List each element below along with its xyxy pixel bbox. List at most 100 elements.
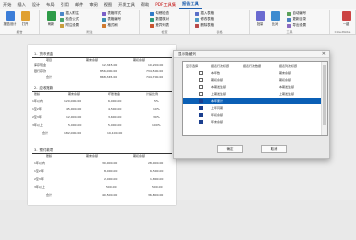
cancel-button[interactable]: 取消 — [261, 145, 287, 153]
table-header-cell: 期末余额 — [86, 58, 99, 62]
button-label: 勾稽检查 — [155, 11, 170, 15]
list-cell: 期初余额 — [279, 78, 292, 82]
batch-button[interactable]: 批量 — [253, 10, 267, 32]
tab-pdf[interactable]: PDF工具集 — [152, 0, 179, 9]
tab-design[interactable]: 设计 — [29, 0, 43, 9]
scrollbar-thumb[interactable] — [323, 65, 326, 125]
check-formula-button[interactable]: 检查公式 — [60, 17, 79, 23]
list-item[interactable]: 期初余额 期初余额 — [183, 77, 321, 83]
auto-number-button[interactable]: 自动编号 — [287, 11, 306, 17]
row-checkbox[interactable] — [199, 120, 203, 124]
table-header-cell: 期末余额 — [86, 154, 99, 158]
format-painter-icon — [102, 23, 106, 28]
refresh-icon — [46, 11, 56, 21]
tab-layout[interactable]: 布局 — [43, 0, 57, 9]
tab-review[interactable]: 审阅 — [86, 0, 100, 9]
row-checkbox[interactable] — [199, 106, 203, 110]
data-verify-button[interactable]: 数据核对 — [150, 17, 169, 23]
row-checkbox[interactable] — [199, 85, 203, 89]
ribbon-tab-bar: 开始 插入 设计 布局 引用 邮件 审阅 视图 开发工具 帮助 PDF工具集 报告工具 — [0, 0, 356, 9]
update-toc-button[interactable]: 更新目录 — [287, 17, 306, 23]
list-cell: 本年数 — [211, 71, 221, 75]
button-label: 数据核对 — [155, 17, 170, 21]
show-hidden-columns-dialog: 显示隐藏列 ✕ 显示选择 报表行次标题 报表行次数据 报表列次标题 本年数 期末余额 期初余… — [173, 50, 330, 159]
table-cell: 银行存款 — [34, 69, 47, 73]
row-checkbox[interactable] — [199, 113, 203, 117]
button-label: 插入表格 — [200, 11, 215, 15]
list-item[interactable]: 年初余额 — [183, 112, 321, 118]
list-item[interactable]: 上年同期 — [183, 105, 321, 111]
list-item[interactable]: 本年累计 — [183, 98, 321, 104]
button-label: 检查公式 — [65, 17, 80, 21]
insert-note-button[interactable]: 插入附注 — [60, 11, 79, 17]
close-icon[interactable]: ✕ — [322, 51, 326, 58]
row-checkbox[interactable] — [199, 71, 203, 75]
table-cell: 30,000.00 — [102, 161, 118, 165]
list-item[interactable]: 本期发生额 本期发生额 — [183, 84, 321, 90]
table-cell: 1年以内 — [34, 161, 45, 165]
report-design-button[interactable]: 报告设计 — [3, 10, 17, 32]
tab-report-tools[interactable]: 报告工具 — [179, 0, 202, 9]
delete-table-button[interactable]: 删除表格 — [195, 23, 214, 29]
list-cell: 本期发生额 — [279, 85, 295, 89]
list-cell: 上期发生额 — [211, 92, 227, 96]
button-label: 刷新 — [47, 22, 55, 26]
table-number-button[interactable]: 表格编号 — [102, 17, 121, 23]
tab-view[interactable]: 视图 — [101, 0, 115, 9]
table-cell: 100% — [152, 123, 161, 127]
button-label: 表格编号 — [107, 17, 122, 21]
table-cell: 45,000.00 — [66, 107, 82, 111]
auto-number-icon — [287, 11, 291, 16]
table-cell: 6,000.00 — [108, 99, 122, 103]
list-item[interactable]: 本年数 期末余额 — [183, 70, 321, 76]
list-item[interactable]: 年末余额 — [183, 119, 321, 125]
crosscheck-button[interactable]: 勾稽检查 — [150, 11, 169, 17]
tab-references[interactable]: 引用 — [58, 0, 72, 9]
table-cell: 合计 — [46, 193, 53, 197]
insert-note-icon — [60, 11, 64, 16]
open-button[interactable]: 打开 — [18, 10, 32, 32]
tab-developer[interactable]: 开发工具 — [115, 0, 138, 9]
list-item[interactable]: 显示选择 报表行次标题 报表行次数据 报表列次标题 — [183, 63, 321, 69]
list-cell: 上期发生额 — [279, 92, 295, 96]
list-header-cell: 报表行次数据 — [243, 64, 262, 68]
modify-table-button[interactable]: 修改表格 — [195, 17, 214, 23]
table-header-cell: 项目 — [46, 58, 53, 62]
row-checkbox[interactable] — [199, 92, 203, 96]
tab-help[interactable]: 帮助 — [138, 0, 152, 9]
dialog-titlebar[interactable]: 显示隐藏列 ✕ — [174, 51, 329, 58]
list-item[interactable]: 上期发生额 上期发生额 — [183, 91, 321, 97]
oneclick-button[interactable]: 一键 — [339, 10, 353, 32]
diff-list-button[interactable]: 差异列表 — [150, 23, 169, 29]
button-label: 导出设置 — [292, 23, 307, 27]
list-cell: 期初余额 — [211, 78, 224, 82]
table-cell: 2至3年 — [32, 115, 42, 119]
list-cell: 年末余额 — [211, 120, 224, 124]
note-settings-button[interactable]: 附注设置 — [60, 23, 79, 29]
export-settings-button[interactable]: 导出设置 — [287, 23, 306, 29]
table-cell: 1年以内 — [32, 99, 43, 103]
insert-table-button[interactable]: 插入表格 — [195, 11, 214, 17]
insert-table-icon — [195, 11, 199, 16]
row-checkbox[interactable] — [199, 78, 203, 82]
table-style-button[interactable]: 表格样式 — [102, 11, 121, 17]
tab-home[interactable]: 开始 — [0, 0, 14, 9]
button-label: 比对 — [271, 22, 279, 26]
table-cell: 8,000.00 — [104, 169, 118, 173]
column-list[interactable]: 显示选择 报表行次标题 报表行次数据 报表列次标题 本年数 期末余额 期初余额 期初余额 本期发… — [182, 61, 328, 136]
tab-insert[interactable]: 插入 — [14, 0, 28, 9]
section-receivables: 2．应收账款 — [34, 86, 54, 90]
table-cell: 10% — [153, 107, 160, 111]
format-painter-button[interactable]: 格式刷 — [102, 23, 118, 29]
row-checkbox[interactable] — [199, 99, 203, 103]
refresh-button[interactable]: 刷新 — [44, 10, 58, 32]
document-page[interactable]: 1．货币资金 2．应收账款 3．预付款项 项目 期末余额 期初余额 账龄 期末余额 坏账准备 计提… — [28, 45, 176, 205]
compare-button[interactable]: 比对 — [268, 10, 282, 32]
table-cell: 4,500.00 — [108, 107, 122, 111]
list-header-cell: 报表列次标题 — [279, 64, 298, 68]
table-cell: 合计 — [42, 131, 49, 135]
list-scrollbar[interactable] — [321, 62, 327, 135]
ok-button[interactable]: 确定 — [217, 145, 243, 153]
tab-mailings[interactable]: 邮件 — [72, 0, 86, 9]
button-label: 表格样式 — [107, 11, 122, 15]
